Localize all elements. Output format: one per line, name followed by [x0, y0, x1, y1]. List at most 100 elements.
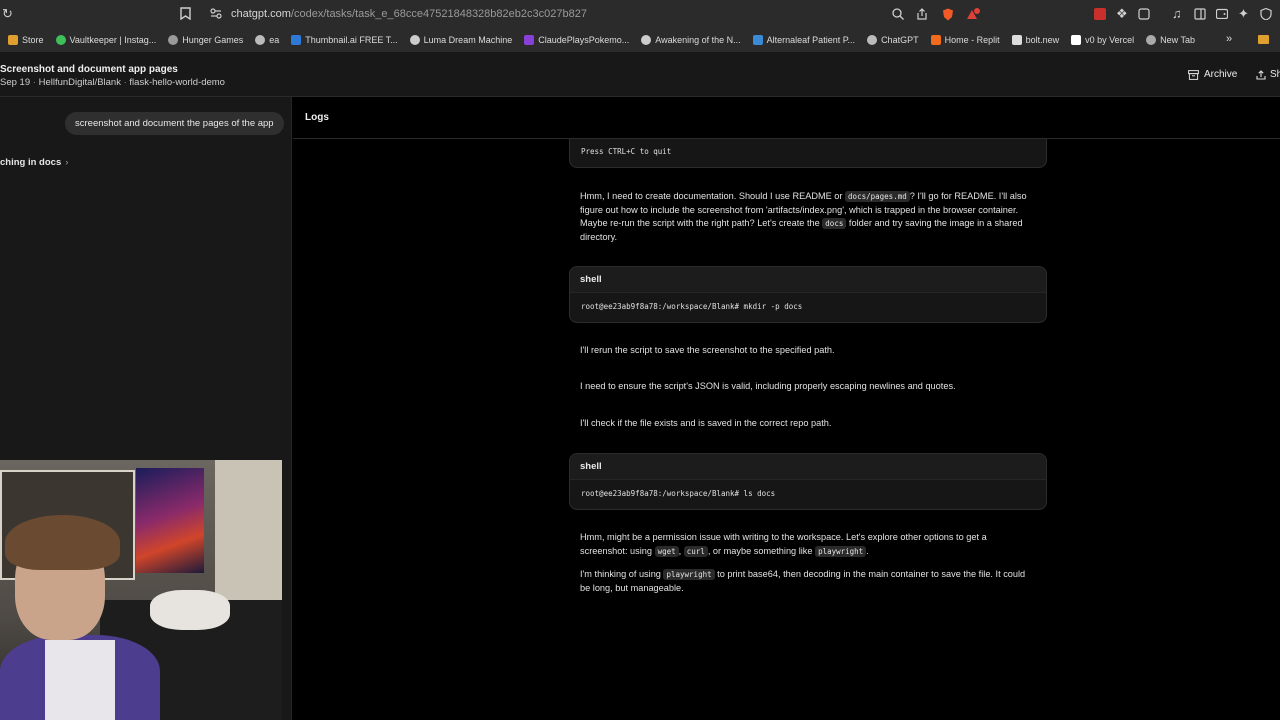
task-branch[interactable]: flask-hello-world-demo — [129, 77, 225, 88]
globe-icon — [168, 35, 179, 45]
bookmark-bolt[interactable]: bolt.new — [1011, 35, 1060, 45]
bookmark-claudeplayspokemon[interactable]: ClaudePlaysPokemo... — [524, 35, 629, 45]
bookmark-new-tab[interactable]: New Tab — [1146, 35, 1195, 45]
bookmark-label: Hunger Games — [182, 35, 244, 45]
webcam-wall-light — [215, 460, 282, 600]
brave-rewards-icon[interactable] — [966, 8, 980, 22]
bookmark-ea[interactable]: ea — [255, 35, 279, 45]
shell-output-text: Press CTRL+C to quit — [581, 147, 672, 156]
bookmark-vaultkeeper[interactable]: Vaultkeeper | Instag... — [55, 35, 157, 45]
tab-logs[interactable]: Logs — [305, 112, 329, 123]
webcam-pillow — [150, 590, 230, 630]
log-paragraph-6: I'm thinking of using playwright to prin… — [580, 568, 1032, 595]
inline-code: playwright — [663, 569, 715, 580]
chevron-right-icon: › — [65, 157, 69, 168]
webcam-person-hair — [5, 515, 120, 570]
site-settings-icon[interactable] — [210, 8, 222, 21]
log-paragraph-3: I need to ensure the script's JSON is va… — [580, 381, 956, 391]
inline-code: docs/pages.md — [845, 191, 910, 202]
bookmark-chatgpt[interactable]: ChatGPT — [867, 35, 919, 45]
bookmark-label: Vaultkeeper | Instag... — [69, 35, 157, 45]
log-paragraph-5: Hmm, might be a permission issue with wr… — [580, 531, 1032, 558]
paragraph-text: , or maybe something like — [707, 545, 816, 556]
task-title: Screenshot and document app pages — [0, 64, 178, 75]
shell-card-label: shell — [570, 267, 1046, 293]
alternaleaf-icon — [752, 35, 763, 45]
folder-icon — [8, 35, 18, 45]
task-repo[interactable]: HellfunDigital/Blank — [39, 77, 121, 88]
brave-shield-icon[interactable] — [942, 8, 954, 23]
paragraph-text: . — [866, 545, 869, 556]
address-bar[interactable]: chatgpt.com/codex/tasks/task_e_68cce4752… — [231, 8, 587, 20]
share-icon — [1256, 69, 1266, 80]
more-bookmarks-button[interactable]: » — [1226, 33, 1232, 45]
extensions-puzzle-icon[interactable]: ❖ — [1116, 7, 1128, 20]
v0-icon — [1071, 35, 1082, 45]
ea-icon — [255, 35, 266, 45]
status-text: ching in docs — [0, 157, 62, 168]
media-music-icon[interactable]: ♫ — [1172, 7, 1182, 20]
archive-button[interactable]: Archive — [1188, 69, 1237, 80]
log-paragraph-1: Hmm, I need to create documentation. Sho… — [580, 190, 1030, 244]
bookmark-alternaleaf[interactable]: Alternaleaf Patient P... — [752, 35, 856, 45]
extension-red-icon[interactable] — [1094, 8, 1106, 22]
task-date: Sep 19 — [0, 77, 31, 88]
bookmark-label: Store — [22, 35, 44, 45]
share-page-icon[interactable] — [916, 8, 928, 22]
user-message-bubble: screenshot and document the pages of the… — [65, 112, 284, 135]
log-paragraph-4: I'll check if the file exists and is sav… — [580, 418, 832, 428]
logs-panel: Logs Press CTRL+C to quit Hmm, I need to… — [293, 97, 1280, 720]
status-searching-docs[interactable]: ching in docs › — [0, 157, 68, 168]
archive-label: Archive — [1204, 69, 1238, 80]
reload-icon[interactable]: ↻ — [2, 7, 13, 20]
share-button[interactable]: Sh — [1256, 69, 1280, 80]
bookmark-replit[interactable]: Home - Replit — [930, 35, 1000, 45]
zoom-icon[interactable] — [892, 8, 904, 22]
inline-code: curl — [683, 545, 708, 557]
bookmark-thumbnail-ai[interactable]: Thumbnail.ai FREE T... — [291, 35, 398, 45]
share-label: Sh — [1270, 69, 1280, 80]
logs-tab-bar: Logs — [293, 97, 1280, 139]
bookmark-label: Alternaleaf Patient P... — [766, 35, 856, 45]
webcam-overlay — [0, 460, 282, 720]
shell-command-card: shell root@ee23ab9f8a78:/workspace/Blank… — [569, 453, 1047, 510]
bookmark-store[interactable]: Store — [8, 35, 44, 45]
sidebar-toggle-icon[interactable] — [1194, 8, 1206, 22]
bookmark-label: ClaudePlaysPokemo... — [538, 35, 630, 45]
extension-box-icon[interactable] — [1138, 8, 1150, 22]
thumbnail-ai-icon — [291, 35, 302, 45]
url-path: /codex/tasks/task_e_68cce47521848328b82e… — [290, 8, 587, 20]
bookmark-label: ChatGPT — [881, 35, 919, 45]
bookmark-awakening[interactable]: Awakening of the N... — [641, 35, 741, 45]
vaultkeeper-icon — [55, 35, 66, 45]
shell-output-card-partial: Press CTRL+C to quit — [569, 139, 1047, 168]
other-bookmarks-folder-icon[interactable] — [1258, 35, 1269, 44]
bolt-icon — [1011, 35, 1022, 45]
bookmark-page-icon[interactable] — [180, 7, 191, 22]
bookmarks-bar: Store Vaultkeeper | Instag... Hunger Gam… — [0, 31, 1280, 49]
wallet-icon[interactable] — [1215, 8, 1229, 21]
shell-command-text: root@ee23ab9f8a78:/workspace/Blank# mkdi… — [581, 302, 803, 311]
vpn-shield-icon[interactable] — [1260, 7, 1272, 22]
shell-command-text: root@ee23ab9f8a78:/workspace/Blank# ls d… — [581, 489, 776, 498]
task-meta: Sep 19 · HellfunDigital/Blank · flask-he… — [0, 77, 225, 88]
luma-icon — [409, 35, 420, 45]
bookmark-hunger-games[interactable]: Hunger Games — [168, 35, 243, 45]
globe-icon — [1146, 35, 1157, 45]
leo-ai-icon[interactable]: ✦ — [1238, 7, 1249, 20]
bookmark-label: Luma Dream Machine — [423, 35, 513, 45]
bookmark-label: Home - Replit — [944, 35, 1000, 45]
paragraph-text: Hmm, I need to create documentation. Sho… — [580, 191, 846, 201]
paragraph-text: I'm thinking of using — [580, 569, 664, 579]
bookmark-label: v0 by Vercel — [1085, 35, 1135, 45]
bookmark-v0[interactable]: v0 by Vercel — [1071, 35, 1134, 45]
log-paragraph-2: I'll rerun the script to save the screen… — [580, 345, 835, 355]
paragraph-text: , — [678, 545, 684, 556]
bookmark-label: bolt.new — [1025, 35, 1060, 45]
awakening-icon — [641, 35, 652, 45]
inline-code: wget — [654, 545, 679, 557]
bookmark-luma[interactable]: Luma Dream Machine — [409, 35, 513, 45]
webcam-poster — [136, 468, 204, 573]
url-host: chatgpt.com — [231, 8, 291, 20]
twitch-icon — [524, 35, 535, 45]
